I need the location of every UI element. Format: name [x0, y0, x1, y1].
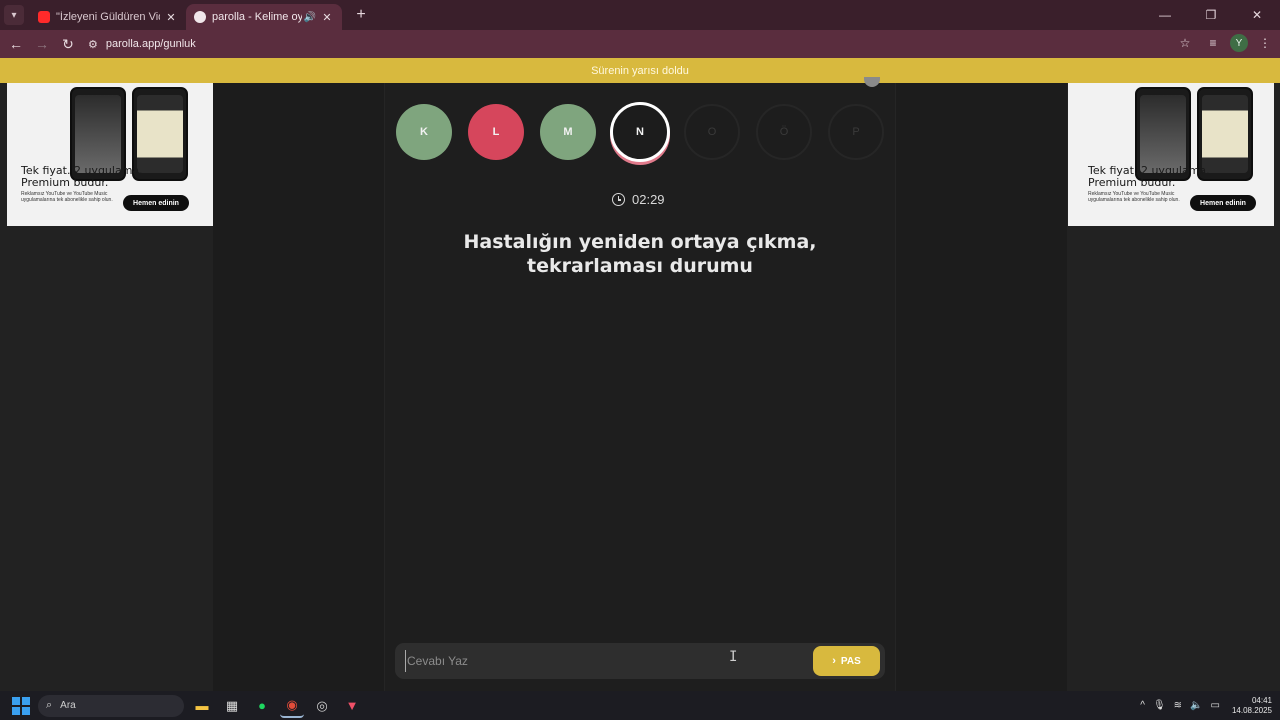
- tab-youtube[interactable]: "İzleyeni Güldüren Video" Kick ✕: [30, 4, 186, 30]
- spotify-icon[interactable]: ●: [250, 694, 274, 718]
- tab-parolla[interactable]: parolla - Kelime oyunu. Gün 🔊 ✕: [186, 4, 342, 30]
- letter-progress-row: KLMNOÖP: [396, 102, 886, 163]
- store-icon[interactable]: ▦: [220, 694, 244, 718]
- ad-body: Reklamsız YouTube ve YouTube Music uygul…: [21, 191, 113, 203]
- letter-circle-p: P: [828, 104, 884, 160]
- plus-icon: +: [356, 6, 366, 23]
- letter-circle-o: O: [684, 104, 740, 160]
- taskbar: ⌕ Ara ▬ ▦ ● ◉ ◎ ▼ ^ 🎙 ≋ 🔈 ▭ 04:41 14.08.…: [0, 691, 1280, 720]
- taskbar-search[interactable]: ⌕ Ara: [38, 694, 184, 717]
- profile-avatar[interactable]: Y: [1230, 34, 1248, 52]
- battery-icon[interactable]: ▭: [1211, 700, 1220, 711]
- toolbar-actions: ☆ ≡ Y ⋮: [1174, 32, 1276, 54]
- close-window-icon[interactable]: ✕: [1234, 0, 1280, 30]
- answer-bar: › PAS: [395, 643, 885, 679]
- banner-text: Sürenin yarısı doldu: [591, 64, 689, 77]
- browser-tab-bar: ▾ "İzleyeni Güldüren Video" Kick ✕ parol…: [0, 0, 1280, 30]
- wifi-icon[interactable]: ≋: [1174, 700, 1182, 711]
- new-tab-button[interactable]: +: [350, 4, 372, 26]
- address-bar[interactable]: ⚙ parolla.app/gunluk: [80, 33, 1200, 55]
- letter-circle-m: M: [540, 104, 596, 160]
- file-explorer-icon[interactable]: ▬: [190, 694, 214, 718]
- pass-label: PAS: [840, 655, 861, 667]
- url-text: parolla.app/gunluk: [105, 38, 196, 50]
- timer-value: 02:29: [632, 192, 665, 207]
- back-button[interactable]: ←: [4, 32, 28, 56]
- page-content: Tek fiyat. 2 uygulama. Premium budur. Re…: [0, 77, 1280, 691]
- ad-right[interactable]: Tek fiyat. 2 uygulama. Premium budur. Re…: [1068, 83, 1274, 226]
- reload-button[interactable]: ↻: [56, 32, 80, 56]
- question-text: Hastalığın yeniden ortaya çıkma, tekrarl…: [463, 231, 817, 277]
- minimize-icon[interactable]: —: [1142, 0, 1188, 30]
- parolla-icon: [194, 11, 206, 23]
- tab-title: parolla - Kelime oyunu. Gün: [212, 11, 302, 23]
- letter-circle-ö: Ö: [756, 104, 812, 160]
- windows-start-icon[interactable]: [10, 695, 32, 717]
- forward-button[interactable]: →: [30, 32, 54, 56]
- pass-button[interactable]: › PAS: [813, 646, 880, 676]
- clock-icon: [612, 193, 625, 206]
- arrow-left-icon: ←: [9, 36, 23, 52]
- search-icon: ⌕: [46, 699, 53, 711]
- ad-left[interactable]: Tek fiyat. 2 uygulama. Premium budur. Re…: [7, 83, 213, 226]
- ad-headline: Tek fiyat. 2 uygulama. Premium budur.: [21, 164, 143, 189]
- media-controls-icon[interactable]: ≡: [1202, 32, 1224, 54]
- speaker-icon[interactable]: 🔊: [304, 12, 316, 23]
- letter-circle-k: K: [396, 104, 452, 160]
- arrow-right-icon: →: [35, 36, 49, 52]
- window-controls: — ❐ ✕: [1142, 0, 1280, 30]
- ad-body: Reklamsız YouTube ve YouTube Music uygul…: [1088, 191, 1180, 203]
- tab-title: "İzleyeni Güldüren Video" Kick: [56, 11, 160, 23]
- chrome-icon[interactable]: ◉: [280, 694, 304, 718]
- close-icon[interactable]: ✕: [320, 10, 334, 24]
- microphone-icon[interactable]: 🎙: [1153, 700, 1166, 711]
- tab-search-dropdown[interactable]: ▾: [4, 5, 24, 25]
- search-label: Ara: [60, 700, 76, 711]
- ad-cta-button[interactable]: Hemen edinin: [123, 195, 189, 211]
- browser-toolbar: ← → ↻ ⚙ parolla.app/gunluk ☆ ≡ Y ⋮: [0, 30, 1280, 58]
- pocket-icon[interactable]: ▼: [340, 694, 364, 718]
- site-info-icon[interactable]: ⚙: [88, 38, 98, 51]
- chevron-down-icon: ▾: [11, 9, 17, 21]
- timer: 02:29: [612, 192, 665, 207]
- volume-icon[interactable]: 🔈: [1190, 700, 1202, 711]
- system-tray: ^ 🎙 ≋ 🔈 ▭ 04:41 14.08.2025: [1140, 691, 1272, 720]
- reload-icon: ↻: [62, 35, 74, 52]
- ad-cta-button[interactable]: Hemen edinin: [1190, 195, 1256, 211]
- app-icon[interactable]: ◎: [310, 694, 334, 718]
- game-panel: [384, 83, 896, 691]
- letter-circle-l: L: [468, 104, 524, 160]
- chevron-up-icon[interactable]: ^: [1140, 700, 1145, 711]
- taskbar-clock[interactable]: 04:41 14.08.2025: [1232, 696, 1272, 716]
- time-warning-banner: Sürenin yarısı doldu: [0, 58, 1280, 83]
- restore-icon[interactable]: ❐: [1188, 0, 1234, 30]
- ad-headline: Tek fiyat. 2 uygulama. Premium budur.: [1088, 164, 1210, 189]
- text-cursor-icon: I: [729, 649, 738, 665]
- bookmark-star-icon[interactable]: ☆: [1174, 32, 1196, 54]
- chevron-right-icon: ›: [832, 655, 836, 667]
- letter-circle-n: N: [610, 102, 670, 162]
- youtube-icon: [38, 11, 50, 23]
- menu-kebab-icon[interactable]: ⋮: [1254, 32, 1276, 54]
- close-icon[interactable]: ✕: [164, 10, 178, 24]
